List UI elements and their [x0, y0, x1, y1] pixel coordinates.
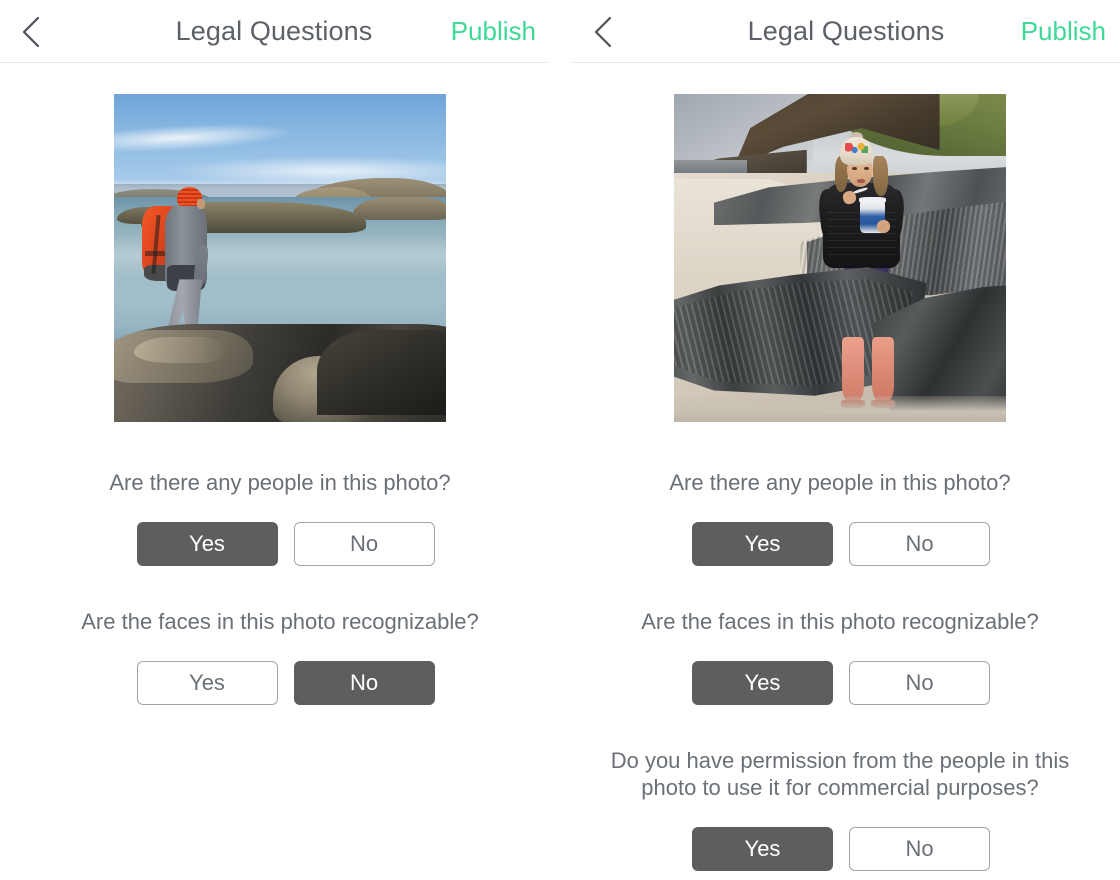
answer-yes-button[interactable]: Yes — [692, 522, 833, 566]
question-block-people: Are there any people in this photo? Yes … — [560, 469, 1120, 566]
question-text: Are the faces in this photo recognizable… — [81, 609, 479, 634]
answer-no-button[interactable]: No — [849, 827, 990, 871]
question-block-faces: Are the faces in this photo recognizable… — [560, 608, 1120, 705]
question-text: Are there any people in this photo? — [109, 470, 451, 495]
publish-button[interactable]: Publish — [451, 14, 536, 48]
answer-no-button[interactable]: No — [293, 661, 435, 705]
answer-yes-button[interactable]: Yes — [692, 827, 833, 871]
screen-left: Legal Questions Publish Are there any pe… — [0, 0, 560, 880]
question-block-faces: Are the faces in this photo recognizable… — [0, 608, 560, 705]
answer-buttons: Yes No — [11, 522, 560, 566]
answer-no-button[interactable]: No — [293, 522, 435, 566]
question-text: Are there any people in this photo? — [669, 470, 1011, 495]
question-text: Do you have permission from the people i… — [610, 748, 1070, 800]
photo-container-left — [0, 63, 560, 422]
answer-buttons: Yes No — [562, 661, 1120, 705]
publish-button[interactable]: Publish — [1021, 14, 1106, 48]
photo-hiker — [114, 94, 446, 422]
answer-buttons: Yes No — [562, 827, 1120, 871]
answer-yes-button[interactable]: Yes — [136, 522, 278, 566]
answer-buttons: Yes No — [11, 661, 560, 705]
answer-no-button[interactable]: No — [849, 522, 990, 566]
question-block-permission: Do you have permission from the people i… — [560, 747, 1120, 871]
answer-yes-button[interactable]: Yes — [136, 661, 278, 705]
answer-yes-button[interactable]: Yes — [692, 661, 833, 705]
navbar-right: Legal Questions Publish — [560, 0, 1120, 63]
question-text: Are the faces in this photo recognizable… — [641, 609, 1039, 634]
photo-container-right — [560, 63, 1120, 422]
navbar-left: Legal Questions Publish — [0, 0, 560, 63]
answer-no-button[interactable]: No — [849, 661, 990, 705]
question-block-people: Are there any people in this photo? Yes … — [0, 469, 560, 566]
photo-child-beach — [674, 94, 1006, 422]
dual-screen-container: Legal Questions Publish Are there any pe… — [0, 0, 1120, 880]
screen-right: Legal Questions Publish Are there any pe… — [560, 0, 1120, 880]
answer-buttons: Yes No — [562, 522, 1120, 566]
